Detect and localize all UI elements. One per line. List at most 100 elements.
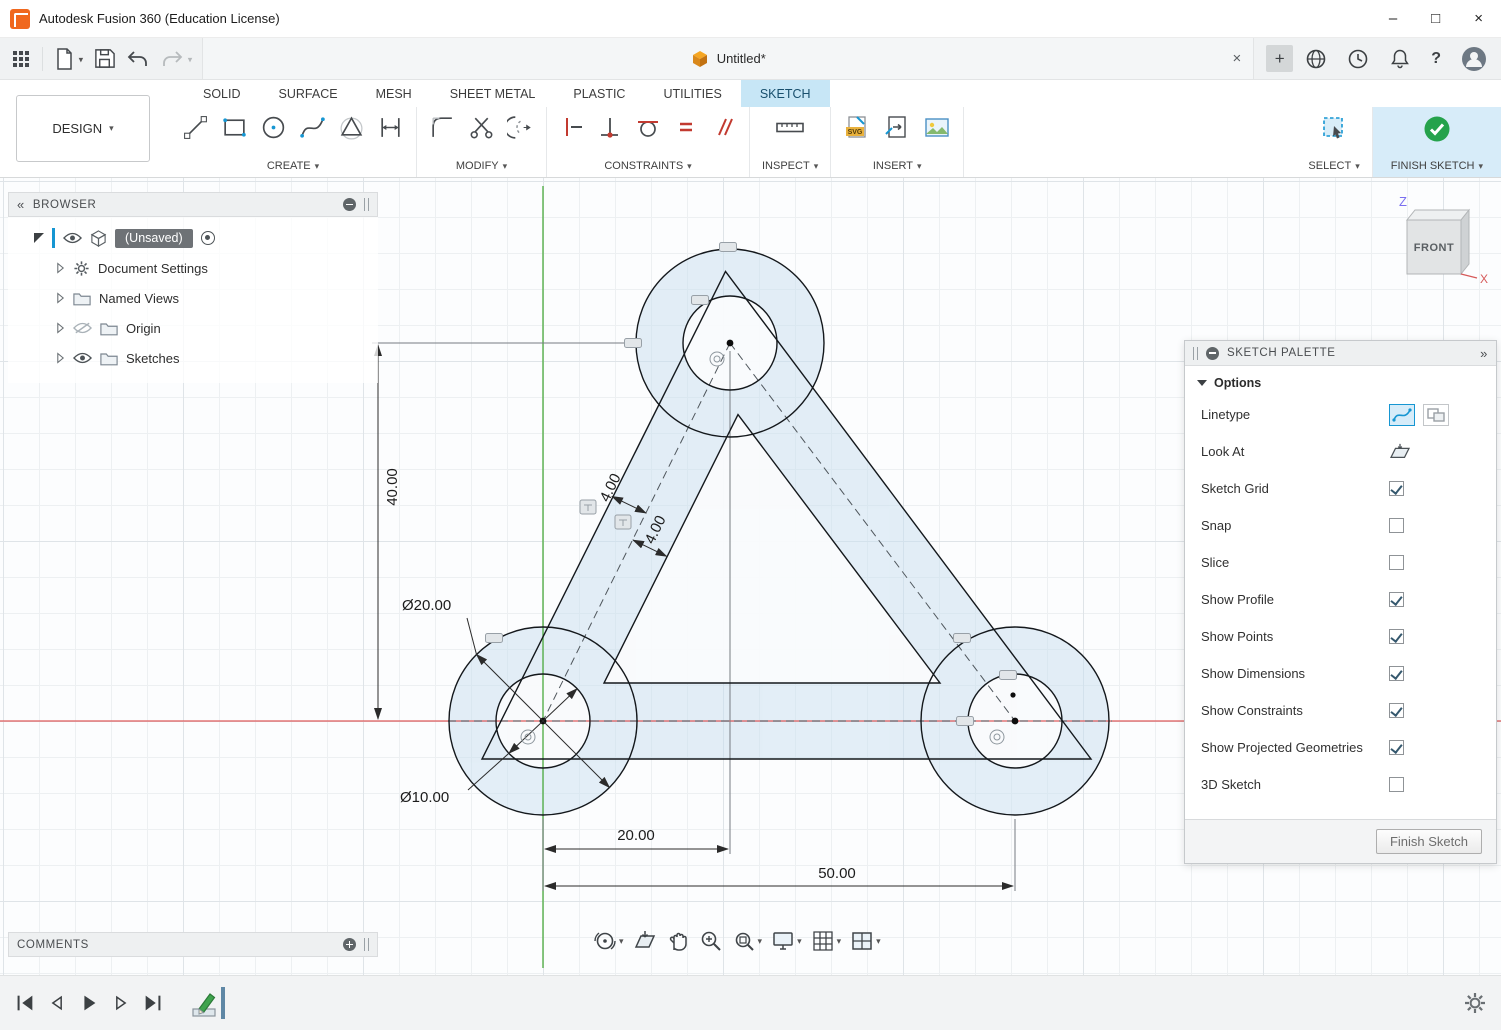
- expand-arrow-icon[interactable]: [56, 262, 65, 274]
- coincident-constraint-icon[interactable]: [597, 114, 623, 140]
- insert-svg-icon[interactable]: SVG: [843, 114, 871, 142]
- palette-minimize-icon[interactable]: [1206, 347, 1219, 360]
- constraints-group-label[interactable]: CONSTRAINTS▾: [604, 160, 691, 172]
- maximize-button[interactable]: □: [1431, 11, 1440, 26]
- linetype-normal-button[interactable]: [1389, 404, 1415, 426]
- viewcube-face-label[interactable]: FRONT: [1414, 242, 1454, 254]
- visibility-eye-icon[interactable]: [73, 352, 92, 364]
- orbit-button[interactable]: ▾: [593, 929, 624, 953]
- spline-tool-icon[interactable]: [299, 114, 326, 141]
- expand-arrow-icon[interactable]: [56, 322, 65, 334]
- viewcube-right-face[interactable]: [1461, 210, 1469, 274]
- fit-button[interactable]: ▾: [732, 929, 763, 953]
- line-tool-icon[interactable]: [182, 114, 209, 141]
- document-name-chip[interactable]: (Unsaved): [115, 229, 193, 248]
- sketch-grid-checkbox[interactable]: [1389, 481, 1404, 496]
- file-menu-button[interactable]: ▾: [53, 47, 83, 71]
- browser-item-origin[interactable]: Origin: [8, 313, 378, 343]
- job-status-icon[interactable]: [1305, 48, 1327, 70]
- visibility-off-eye-icon[interactable]: [73, 322, 92, 334]
- look-at-icon[interactable]: [633, 929, 657, 953]
- browser-item-named-views[interactable]: Named Views: [8, 283, 378, 313]
- browser-grip[interactable]: [364, 198, 369, 211]
- sketch-dimension-icon[interactable]: [377, 114, 404, 141]
- browser-root-row[interactable]: (Unsaved): [8, 223, 378, 253]
- show-dimensions-checkbox[interactable]: [1389, 666, 1404, 681]
- browser-header[interactable]: « BROWSER: [8, 192, 378, 217]
- rectangle-tool-icon[interactable]: [221, 114, 248, 141]
- notifications-bell-icon[interactable]: [1389, 48, 1411, 70]
- browser-minimize-icon[interactable]: [343, 198, 356, 211]
- zoom-icon[interactable]: [699, 929, 723, 953]
- collapse-browser-icon[interactable]: «: [17, 198, 25, 211]
- fillet-tool-icon[interactable]: [429, 114, 456, 141]
- select-tool-icon[interactable]: [1320, 114, 1348, 142]
- minimize-button[interactable]: –: [1389, 11, 1397, 26]
- linetype-construction-button[interactable]: [1423, 404, 1449, 426]
- user-avatar[interactable]: [1461, 46, 1487, 72]
- dim-horizontal-50[interactable]: 50.00: [818, 865, 856, 882]
- parallel-constraint-icon[interactable]: [711, 114, 737, 140]
- tab-mesh[interactable]: MESH: [357, 80, 431, 107]
- timeline-settings-gear-icon[interactable]: [1463, 991, 1487, 1015]
- workspace-selector[interactable]: DESIGN ▾: [16, 95, 150, 162]
- inspect-group-label[interactable]: INSPECT▾: [762, 160, 818, 172]
- add-comment-icon[interactable]: [343, 938, 356, 951]
- new-tab-button[interactable]: +: [1266, 45, 1293, 72]
- show-constraints-checkbox[interactable]: [1389, 703, 1404, 718]
- insert-dxf-icon[interactable]: [883, 114, 911, 142]
- show-points-checkbox[interactable]: [1389, 629, 1404, 644]
- modify-group-label[interactable]: MODIFY▾: [456, 160, 507, 172]
- active-document-radio[interactable]: [201, 231, 215, 245]
- timeline-position-marker[interactable]: [221, 987, 225, 1019]
- visibility-eye-icon[interactable]: [63, 232, 82, 244]
- finish-sketch-check-icon[interactable]: [1422, 114, 1452, 144]
- model-canvas[interactable]: 40.00 4.00 4.00 Ø20.00 Ø10.00 20.00 50.0…: [0, 178, 1501, 975]
- look-at-button[interactable]: [1389, 443, 1411, 461]
- show-projected-geometries-checkbox[interactable]: [1389, 740, 1404, 755]
- slice-checkbox[interactable]: [1389, 555, 1404, 570]
- measure-tool-icon[interactable]: [775, 114, 805, 141]
- grid-snap-button[interactable]: ▾: [811, 929, 842, 953]
- dim-diameter-10[interactable]: Ø10.00: [400, 789, 449, 806]
- browser-resize-icon[interactable]: [34, 233, 44, 243]
- insert-group-label[interactable]: INSERT▾: [873, 160, 922, 172]
- show-profile-checkbox[interactable]: [1389, 592, 1404, 607]
- collapse-palette-icon[interactable]: »: [1480, 347, 1488, 360]
- equal-constraint-icon[interactable]: [673, 114, 699, 140]
- comments-grip[interactable]: [364, 938, 369, 951]
- tab-surface[interactable]: SURFACE: [260, 80, 357, 107]
- group-finish-sketch[interactable]: FINISH SKETCH▾: [1373, 107, 1501, 177]
- help-icon[interactable]: ?: [1431, 50, 1441, 68]
- app-grid-icon[interactable]: [10, 48, 32, 70]
- pan-icon[interactable]: [666, 929, 690, 953]
- step-back-icon[interactable]: [47, 993, 67, 1013]
- expand-arrow-icon[interactable]: [56, 352, 65, 364]
- timeline-sketch-feature-icon[interactable]: [190, 987, 218, 1019]
- browser-item-document-settings[interactable]: Document Settings: [8, 253, 378, 283]
- close-button[interactable]: ×: [1474, 11, 1483, 26]
- palette-grip[interactable]: [1193, 347, 1198, 360]
- save-icon[interactable]: [93, 47, 116, 70]
- offset-tool-icon[interactable]: [507, 114, 534, 141]
- expand-arrow-icon[interactable]: [56, 292, 65, 304]
- comments-header[interactable]: COMMENTS: [8, 932, 378, 957]
- dim-diameter-20[interactable]: Ø20.00: [402, 597, 451, 614]
- go-to-start-icon[interactable]: [14, 992, 36, 1014]
- trim-tool-icon[interactable]: [468, 114, 495, 141]
- go-to-end-icon[interactable]: [142, 992, 164, 1014]
- play-icon[interactable]: [78, 992, 100, 1014]
- display-settings-button[interactable]: ▾: [771, 929, 802, 953]
- tab-solid[interactable]: SOLID: [184, 80, 260, 107]
- viewports-button[interactable]: ▾: [850, 929, 881, 953]
- viewcube-top-face[interactable]: [1407, 210, 1469, 220]
- view-cube[interactable]: Z FRONT X: [1385, 192, 1489, 288]
- tab-sketch[interactable]: SKETCH: [741, 80, 830, 107]
- finish-sketch-label[interactable]: FINISH SKETCH▾: [1391, 160, 1483, 172]
- 3d-sketch-checkbox[interactable]: [1389, 777, 1404, 792]
- snap-checkbox[interactable]: [1389, 518, 1404, 533]
- clock-icon[interactable]: [1347, 48, 1369, 70]
- sketch-palette-header[interactable]: SKETCH PALETTE »: [1185, 341, 1496, 366]
- browser-item-sketches[interactable]: Sketches: [8, 343, 378, 373]
- insert-image-icon[interactable]: [923, 114, 951, 142]
